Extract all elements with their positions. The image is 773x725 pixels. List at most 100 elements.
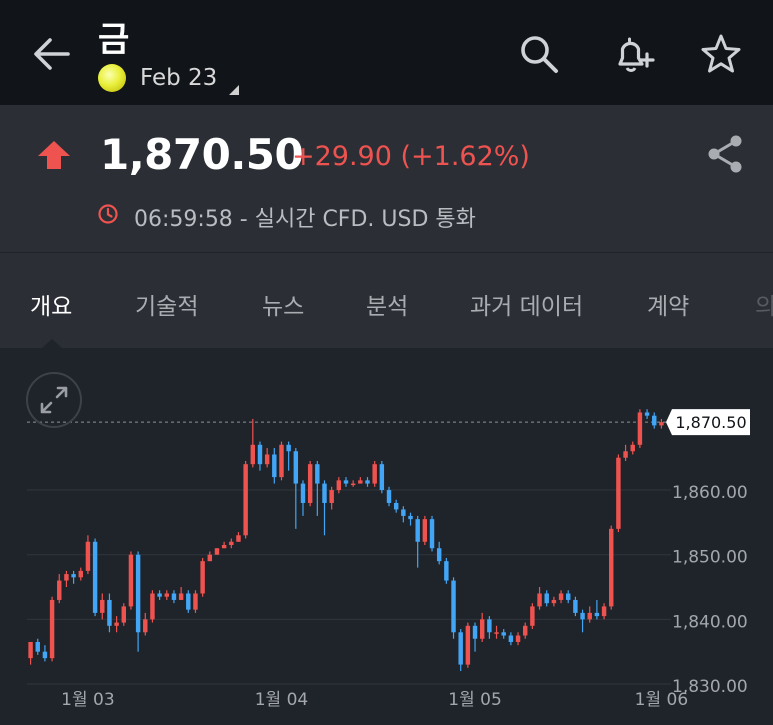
candle [479,619,485,639]
back-arrow-icon[interactable] [28,30,76,78]
candle [393,502,399,510]
candle [315,464,320,484]
candle [322,483,327,503]
candle [78,570,83,578]
y-tick-label: 1,840.00 [672,612,748,632]
clock-icon [98,204,118,224]
candle [522,625,528,636]
candle [114,622,119,626]
current-price-label: 1,870.50 [675,413,746,432]
candle [601,606,607,617]
tab-overflow[interactable]: 의 [755,287,773,321]
share-icon[interactable] [702,131,748,177]
candle [121,606,126,623]
candle [580,612,585,620]
x-tick-label: 1월 05 [448,690,502,710]
candle [350,483,356,486]
candle [365,480,370,484]
chart-area: 1,830.00 1,840.00 1,850.00 1,860.00 1월 03 1월 … [0,348,773,725]
expand-chart-button[interactable] [26,372,82,428]
candle [85,541,91,571]
contract-selector[interactable]: Feb 23 [98,63,239,95]
candle [573,599,578,613]
candle [128,554,134,607]
tab-historical-data[interactable]: 과거 데이터 [470,287,583,321]
candle [415,519,420,542]
candle [164,593,170,597]
candle [609,528,614,607]
tab-news[interactable]: 뉴스 [262,287,304,321]
candle [207,554,213,562]
candle [487,619,492,633]
candle [537,593,542,607]
candlestick-chart[interactable]: 1,830.001,840.001,850.001,860.001월 03 1월 … [0,348,773,725]
dropdown-triangle-icon [229,85,239,95]
candle [157,593,162,597]
candle [401,509,406,516]
candle [458,632,463,665]
candle [358,480,363,484]
candle [92,541,98,613]
candle [250,444,256,465]
candle [343,480,349,484]
candle [501,632,506,636]
candle [630,444,635,452]
instrument-title: 금 [98,20,130,60]
price-change: +29.90 (+1.62%) [292,141,530,172]
x-tick-label: 1월 06 [635,690,689,710]
candle [64,574,69,581]
candle [436,548,442,562]
candle [107,599,112,626]
candle [200,561,205,594]
candle [659,422,664,426]
x-tick-label: 1월 04 [255,690,309,710]
candle [587,612,592,620]
candle [544,593,549,604]
candle [429,519,435,549]
candle [243,464,248,536]
candle [616,457,621,529]
gold-coin-icon [98,64,126,92]
candle [35,641,40,652]
candle [229,541,234,545]
expand-icon [40,386,68,414]
candle [100,599,105,613]
app-bar: 금 Feb 23 [0,0,773,105]
tab-analysis[interactable]: 분석 [366,287,408,321]
candle [178,593,184,600]
tab-technical[interactable]: 기술적 [135,287,198,321]
candle [49,599,55,659]
quote-panel: 1,870.50 +29.90 (+1.62%) 06:59:58 - 실시간 … [0,105,773,253]
candle [257,444,263,465]
star-icon[interactable] [697,30,745,78]
candle [71,574,76,578]
last-price: 1,870.50 [100,130,304,179]
candle [372,464,377,484]
tab-contract[interactable]: 계약 [647,287,689,321]
candle [279,444,284,478]
candle [623,451,628,458]
candle [386,490,392,503]
candle [150,593,155,620]
search-icon[interactable] [515,30,563,78]
candle [171,593,177,600]
price-up-arrow-icon [38,141,70,169]
candle [236,535,241,542]
candle [530,606,535,626]
candle [515,635,521,642]
candle [135,554,141,633]
candle [143,619,148,633]
x-tick-label: 1월 03 [61,690,115,710]
add-alert-icon[interactable] [610,30,658,78]
candle [307,464,313,503]
quote-time-info: 06:59:58 - 실시간 CFD. USD 통화 [134,207,476,232]
tab-overview[interactable]: 개요 [30,287,72,321]
candle [472,625,478,639]
y-tick-label: 1,860.00 [672,483,748,503]
candle [329,490,334,503]
active-tab-indicator [42,339,62,348]
candle [422,519,428,542]
candle [379,464,385,491]
candle [300,483,306,503]
candle [594,612,600,617]
